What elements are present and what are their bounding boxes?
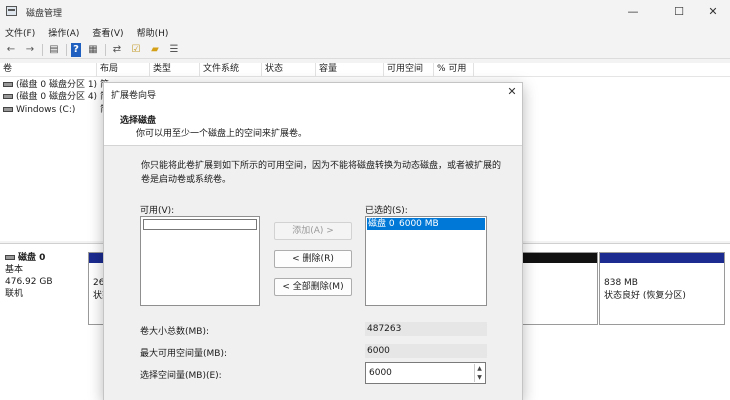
remove-button[interactable]: < 删除(R) [274,250,352,268]
close-button[interactable]: ✕ [703,4,723,20]
spin-up-icon[interactable]: ▲ [475,364,484,373]
volume-list-header: 卷 布局 类型 文件系统 状态 容量 可用空间 % 可用 [0,63,730,77]
menu-view[interactable]: 查看(V) [92,26,123,39]
partition-line: 状态良好 (恢复分区) [604,291,686,301]
title-bar: 磁盘管理 — ☐ ✕ [0,0,730,24]
partition-header [600,253,724,263]
partition-block[interactable] [520,252,598,325]
forward-icon[interactable]: → [23,43,37,57]
disk-status: 联机 [5,289,24,299]
disk-type: 基本 [5,265,24,275]
extend-volume-wizard-dialog: 扩展卷向导 ✕ 选择磁盘 你可以用至少一个磁盘上的空间来扩展卷。 你只能将此卷扩… [103,82,523,400]
dialog-title: 扩展卷向导 [111,91,157,101]
amount-label: 选择空间量(MB)(E): [140,371,222,381]
volume-name: Windows (C:) [16,105,76,115]
disk-name: 磁盘 0 [18,253,46,263]
console-tree-icon[interactable]: ▤ [47,43,61,57]
add-button[interactable]: 添加(A) > [274,222,352,240]
total-size-label: 卷大小总数(MB): [140,327,209,337]
total-size-value: 487263 [365,322,487,336]
remove-all-button[interactable]: < 全部删除(M) [274,278,352,296]
wizard-header: 选择磁盘 你可以用至少一个磁盘上的空间来扩展卷。 [104,105,522,145]
column-header-capacity[interactable]: 容量 [316,63,384,77]
column-header-layout[interactable]: 布局 [97,63,150,77]
dialog-close-button[interactable]: ✕ [504,84,520,100]
spin-down-icon[interactable]: ▼ [475,373,484,382]
new-folder-icon[interactable]: ▰ [148,43,162,57]
available-label: 可用(V): [140,206,175,216]
wizard-body: 你只能将此卷扩展到如下所示的可用空间，因为不能将磁盘转换为动态磁盘，或者被扩展的… [104,145,522,400]
drive-icon [3,107,13,112]
volume-row[interactable]: (磁盘 0 磁盘分区 4) [3,91,97,104]
drive-icon [3,94,13,99]
wizard-description: 你只能将此卷扩展到如下所示的可用空间，因为不能将磁盘转换为动态磁盘，或者被扩展的… [141,161,502,185]
selected-disk-item[interactable]: 磁盘 0 6000 MB [367,218,485,230]
partition-block[interactable]: 838 MB 状态良好 (恢复分区) [599,252,725,325]
toolbar-divider [66,43,67,56]
minimize-button[interactable]: — [623,4,643,20]
volume-row[interactable]: Windows (C:) [3,104,75,117]
properties-icon[interactable]: ▦ [86,43,100,57]
column-header-filesystem[interactable]: 文件系统 [200,63,262,77]
wizard-heading: 选择磁盘 [120,116,157,126]
menu-file[interactable]: 文件(F) [5,26,35,39]
selected-disks-list[interactable]: 磁盘 0 6000 MB [365,216,487,306]
menu-action[interactable]: 操作(A) [48,26,79,39]
drive-icon [3,82,13,87]
partition-line: 838 MB [604,278,638,288]
selected-disk-size: 6000 MB [399,219,439,229]
menu-help[interactable]: 帮助(H) [137,26,169,39]
volume-name: (磁盘 0 磁盘分区 1) [16,80,98,90]
column-header-free-space[interactable]: 可用空间 [384,63,434,77]
disk-info[interactable]: 磁盘 0 基本 476.92 GB 联机 [5,252,85,300]
available-disks-list[interactable] [140,216,260,306]
wizard-subheading: 你可以用至少一个磁盘上的空间来扩展卷。 [136,129,308,139]
max-space-label: 最大可用空间量(MB): [140,349,227,359]
available-disk-item[interactable] [143,219,257,230]
spin-buttons[interactable]: ▲ ▼ [474,364,484,382]
partition-header [521,253,597,263]
checklist-icon[interactable]: ☑ [129,43,143,57]
toolbar: ← → ▤ ? ▦ ⇄ ☑ ▰ ☰ [0,41,730,59]
amount-value: 6000 [369,368,392,378]
disk-management-app-icon [6,6,17,16]
column-header-volume[interactable]: 卷 [0,63,97,77]
column-header-percent-free[interactable]: % 可用 [434,63,474,77]
maximize-button[interactable]: ☐ [669,4,689,20]
toolbar-divider [105,43,106,56]
connect-icon[interactable]: ⇄ [110,43,124,57]
window-title: 磁盘管理 [26,9,63,19]
column-header-status[interactable]: 状态 [262,63,316,77]
drive-icon [5,255,15,260]
volume-name: (磁盘 0 磁盘分区 4) [16,92,98,102]
column-header-type[interactable]: 类型 [150,63,200,77]
disk-size: 476.92 GB [5,277,53,287]
toolbar-divider [42,43,43,56]
amount-spinbox[interactable]: 6000 ▲ ▼ [365,362,486,384]
max-space-value: 6000 [365,344,487,358]
back-icon[interactable]: ← [4,43,18,57]
selected-label: 已选的(S): [365,206,408,216]
list-icon[interactable]: ☰ [167,43,181,57]
help-icon[interactable]: ? [71,42,81,57]
menu-bar: 文件(F) 操作(A) 查看(V) 帮助(H) [0,24,730,41]
selected-disk-name: 磁盘 0 [368,219,395,229]
